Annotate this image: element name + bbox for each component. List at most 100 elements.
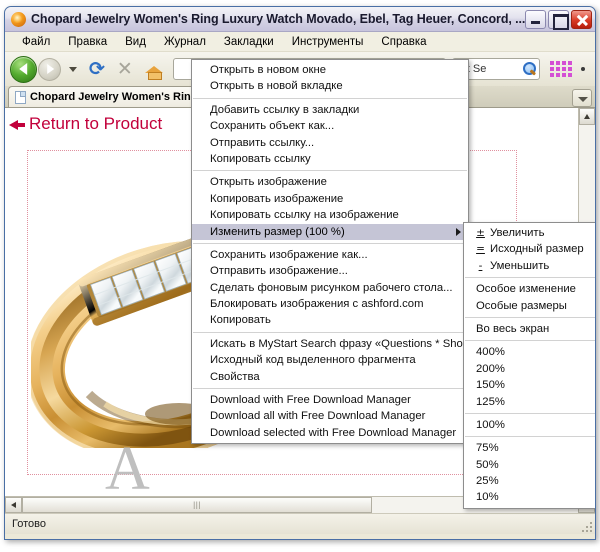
resize-grip-icon[interactable] xyxy=(580,520,592,532)
sub-zoom-400[interactable]: 400% xyxy=(464,344,595,360)
magnifier-icon[interactable] xyxy=(522,61,537,77)
sub-zoom-100[interactable]: 100% xyxy=(464,417,595,433)
menu-separator xyxy=(193,331,467,333)
sub-fullscreen-label: Во весь экран xyxy=(476,322,550,335)
firefox-icon xyxy=(11,11,26,27)
menu-item-edit[interactable]: Правка xyxy=(59,34,116,50)
ctx-open-image[interactable]: Открыть изображение xyxy=(192,174,468,190)
home-icon[interactable] xyxy=(144,62,163,80)
sub-zoom-75-label: 75% xyxy=(476,442,499,455)
window-controls xyxy=(525,9,592,30)
sub-zoom-75[interactable]: 75% xyxy=(464,440,595,456)
sub-original-size-label: Исходный размер xyxy=(490,243,584,256)
ctx-block-images[interactable]: Блокировать изображения с ashford.com xyxy=(192,296,468,312)
sub-zoom-10[interactable]: 10% xyxy=(464,489,595,505)
ctx-copy-image[interactable]: Копировать изображение xyxy=(192,191,468,207)
sub-original-size[interactable]: = Исходный размер xyxy=(464,241,595,257)
return-to-product-link[interactable]: Return to Product xyxy=(29,114,162,134)
sub-zoom-50[interactable]: 50% xyxy=(464,457,595,473)
sub-zoom-400-label: 400% xyxy=(476,346,505,359)
sub-zoom-150-label: 150% xyxy=(476,379,505,392)
menu-item-file[interactable]: Файл xyxy=(13,34,59,50)
equals-icon: = xyxy=(476,243,485,256)
ctx-copy[interactable]: Копировать xyxy=(192,312,468,328)
ctx-resize-image[interactable]: Изменить размер (100 %) xyxy=(192,223,468,240)
sub-zoom-50-label: 50% xyxy=(476,458,499,471)
sub-zoom-out[interactable]: - Уменьшить xyxy=(464,258,595,274)
sub-zoom-125[interactable]: 125% xyxy=(464,394,595,410)
ctx-properties[interactable]: Свойства xyxy=(192,369,468,385)
menu-separator xyxy=(465,340,595,342)
title-bar: Chopard Jewelry Women's Ring Luxury Watc… xyxy=(5,7,595,32)
ctx-open-new-window[interactable]: Открыть в новом окне xyxy=(192,62,468,78)
ctx-copy-image-link[interactable]: Копировать ссылку на изображение xyxy=(192,207,468,223)
sub-zoom-200-label: 200% xyxy=(476,362,505,375)
menu-item-help[interactable]: Справка xyxy=(372,34,435,50)
sub-fullscreen[interactable]: Во весь экран xyxy=(464,321,595,337)
sub-zoom-out-label: Уменьшить xyxy=(490,259,550,272)
context-menu[interactable]: Открыть в новом окне Открыть в новой вкл… xyxy=(191,59,469,445)
menu-separator xyxy=(193,388,467,390)
close-button[interactable] xyxy=(571,9,592,29)
ctx-set-as-wallpaper[interactable]: Сделать фоновым рисунком рабочего стола.… xyxy=(192,280,468,296)
tab-chopard[interactable]: Chopard Jewelry Women's Rin xyxy=(8,86,200,107)
overflow-dot-icon[interactable] xyxy=(581,67,585,71)
window-title: Chopard Jewelry Women's Ring Luxury Watc… xyxy=(31,12,525,26)
back-arrow-icon[interactable] xyxy=(10,55,37,83)
sub-zoom-200[interactable]: 200% xyxy=(464,361,595,377)
ctx-search-mystart[interactable]: Искать в MyStart Search фразу «Questions… xyxy=(192,336,468,352)
ctx-bookmark-link[interactable]: Добавить ссылку в закладки xyxy=(192,102,468,118)
ctx-send-link[interactable]: Отправить ссылку... xyxy=(192,135,468,151)
browser-window: Chopard Jewelry Women's Ring Luxury Watc… xyxy=(4,6,596,540)
stop-icon[interactable]: ✕ xyxy=(113,59,137,79)
ctx-copy-link[interactable]: Копировать ссылку xyxy=(192,151,468,167)
sub-custom-sizes-label: Особые размеры xyxy=(476,299,567,312)
tab-label: Chopard Jewelry Women's Rin xyxy=(30,91,191,103)
sub-custom-resize[interactable]: Особое изменение xyxy=(464,281,595,297)
chevron-down-icon[interactable] xyxy=(69,66,77,72)
menu-separator xyxy=(465,436,595,438)
horizontal-scroll-thumb[interactable] xyxy=(22,497,372,513)
submenu-arrow-icon xyxy=(456,227,461,236)
status-text: Готово xyxy=(12,518,46,530)
tab-list-chevron-down-icon[interactable] xyxy=(572,89,592,107)
menu-item-history[interactable]: Журнал xyxy=(155,34,215,50)
sub-zoom-10-label: 10% xyxy=(476,491,499,504)
ctx-open-new-tab[interactable]: Открыть в новой вкладке xyxy=(192,78,468,94)
scroll-up-icon[interactable] xyxy=(579,108,595,125)
scroll-left-icon[interactable] xyxy=(5,497,22,513)
ctx-download-selected-fdm[interactable]: Download selected with Free Download Man… xyxy=(192,425,468,441)
ctx-download-all-fdm[interactable]: Download all with Free Download Manager xyxy=(192,408,468,424)
status-bar: Готово xyxy=(5,513,595,534)
sub-custom-sizes[interactable]: Особые размеры xyxy=(464,298,595,314)
menu-separator xyxy=(465,412,595,414)
ctx-send-image[interactable]: Отправить изображение... xyxy=(192,263,468,279)
reload-icon[interactable]: ⟳ xyxy=(85,59,109,79)
minimize-button[interactable] xyxy=(525,9,546,29)
apps-grid-icon[interactable] xyxy=(550,60,572,78)
sub-zoom-125-label: 125% xyxy=(476,395,505,408)
menu-item-view[interactable]: Вид xyxy=(116,34,155,50)
menu-separator xyxy=(465,277,595,279)
sub-zoom-25[interactable]: 25% xyxy=(464,473,595,489)
ctx-download-fdm[interactable]: Download with Free Download Manager xyxy=(192,392,468,408)
sub-zoom-in-label: Увеличить xyxy=(490,227,545,239)
menu-separator xyxy=(465,316,595,318)
sub-custom-resize-label: Особое изменение xyxy=(476,283,576,296)
menu-separator xyxy=(193,170,467,172)
menu-item-bookmarks[interactable]: Закладки xyxy=(215,34,283,50)
sub-zoom-100-label: 100% xyxy=(476,418,505,431)
resize-submenu[interactable]: ± Увеличить = Исходный размер - Уменьшит… xyxy=(463,222,595,509)
ctx-save-object-as[interactable]: Сохранить объект как... xyxy=(192,118,468,134)
ctx-view-selection-source[interactable]: Исходный код выделенного фрагмента xyxy=(192,352,468,368)
ctx-save-image-as[interactable]: Сохранить изображение как... xyxy=(192,247,468,263)
sub-zoom-150[interactable]: 150% xyxy=(464,377,595,393)
maximize-button[interactable] xyxy=(548,9,569,30)
page-icon xyxy=(15,90,26,104)
menu-item-tools[interactable]: Инструменты xyxy=(283,34,373,50)
sub-zoom-25-label: 25% xyxy=(476,475,499,488)
left-arrow-tail-icon xyxy=(16,123,25,127)
forward-arrow-icon[interactable] xyxy=(38,57,61,81)
sub-zoom-in[interactable]: ± Увеличить xyxy=(464,225,595,241)
ctx-resize-image-label: Изменить размер (100 %) xyxy=(210,225,345,238)
